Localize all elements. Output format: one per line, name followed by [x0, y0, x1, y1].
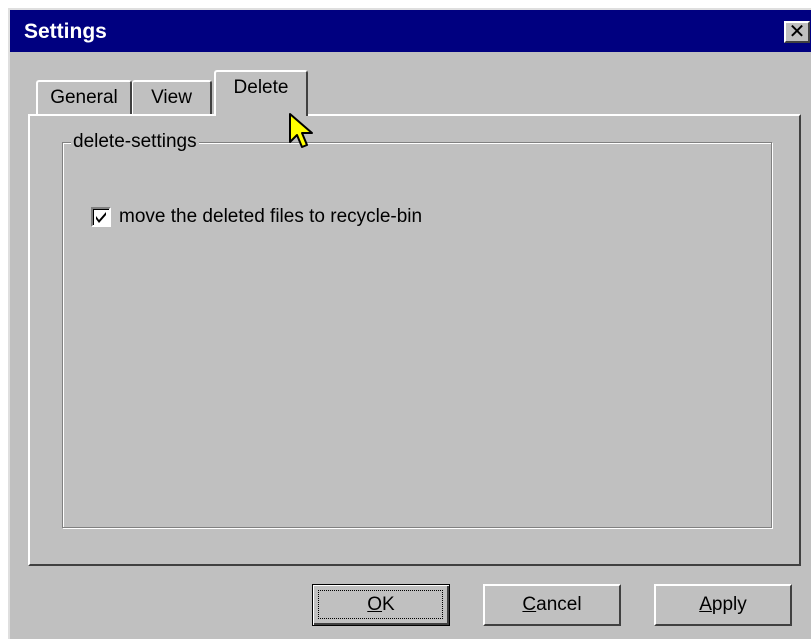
tab-panel-delete: delete-settings move the deleted files t… — [28, 114, 801, 566]
ok-button[interactable]: OK — [312, 584, 450, 626]
close-icon: ✕ — [788, 21, 806, 43]
settings-dialog: Settings ✕ General View Delete delete-se… — [8, 8, 811, 639]
recycle-bin-checkbox[interactable] — [91, 207, 111, 227]
apply-button-label: Apply — [699, 594, 747, 615]
window-title: Settings — [24, 20, 107, 43]
close-button[interactable]: ✕ — [784, 21, 810, 43]
tab-delete-label: Delete — [233, 77, 289, 98]
tab-general[interactable]: General — [36, 80, 132, 114]
mouse-pointer-icon — [289, 113, 313, 148]
tab-general-label: General — [50, 87, 118, 108]
apply-button[interactable]: Apply — [654, 584, 792, 626]
checkmark-icon — [96, 212, 106, 223]
focus-rectangle — [318, 590, 443, 619]
title-bar[interactable]: Settings ✕ — [10, 10, 811, 52]
cancel-button[interactable]: Cancel — [483, 584, 621, 626]
tab-view-label: View — [151, 87, 192, 108]
cancel-button-label: Cancel — [522, 594, 582, 615]
group-legend: delete-settings — [71, 130, 199, 154]
tab-delete[interactable]: Delete — [214, 70, 308, 116]
delete-settings-group: delete-settings move the deleted files t… — [62, 130, 772, 528]
recycle-bin-option[interactable]: move the deleted files to recycle-bin — [91, 205, 422, 229]
recycle-bin-label[interactable]: move the deleted files to recycle-bin — [119, 205, 422, 229]
tab-view[interactable]: View — [132, 80, 212, 114]
